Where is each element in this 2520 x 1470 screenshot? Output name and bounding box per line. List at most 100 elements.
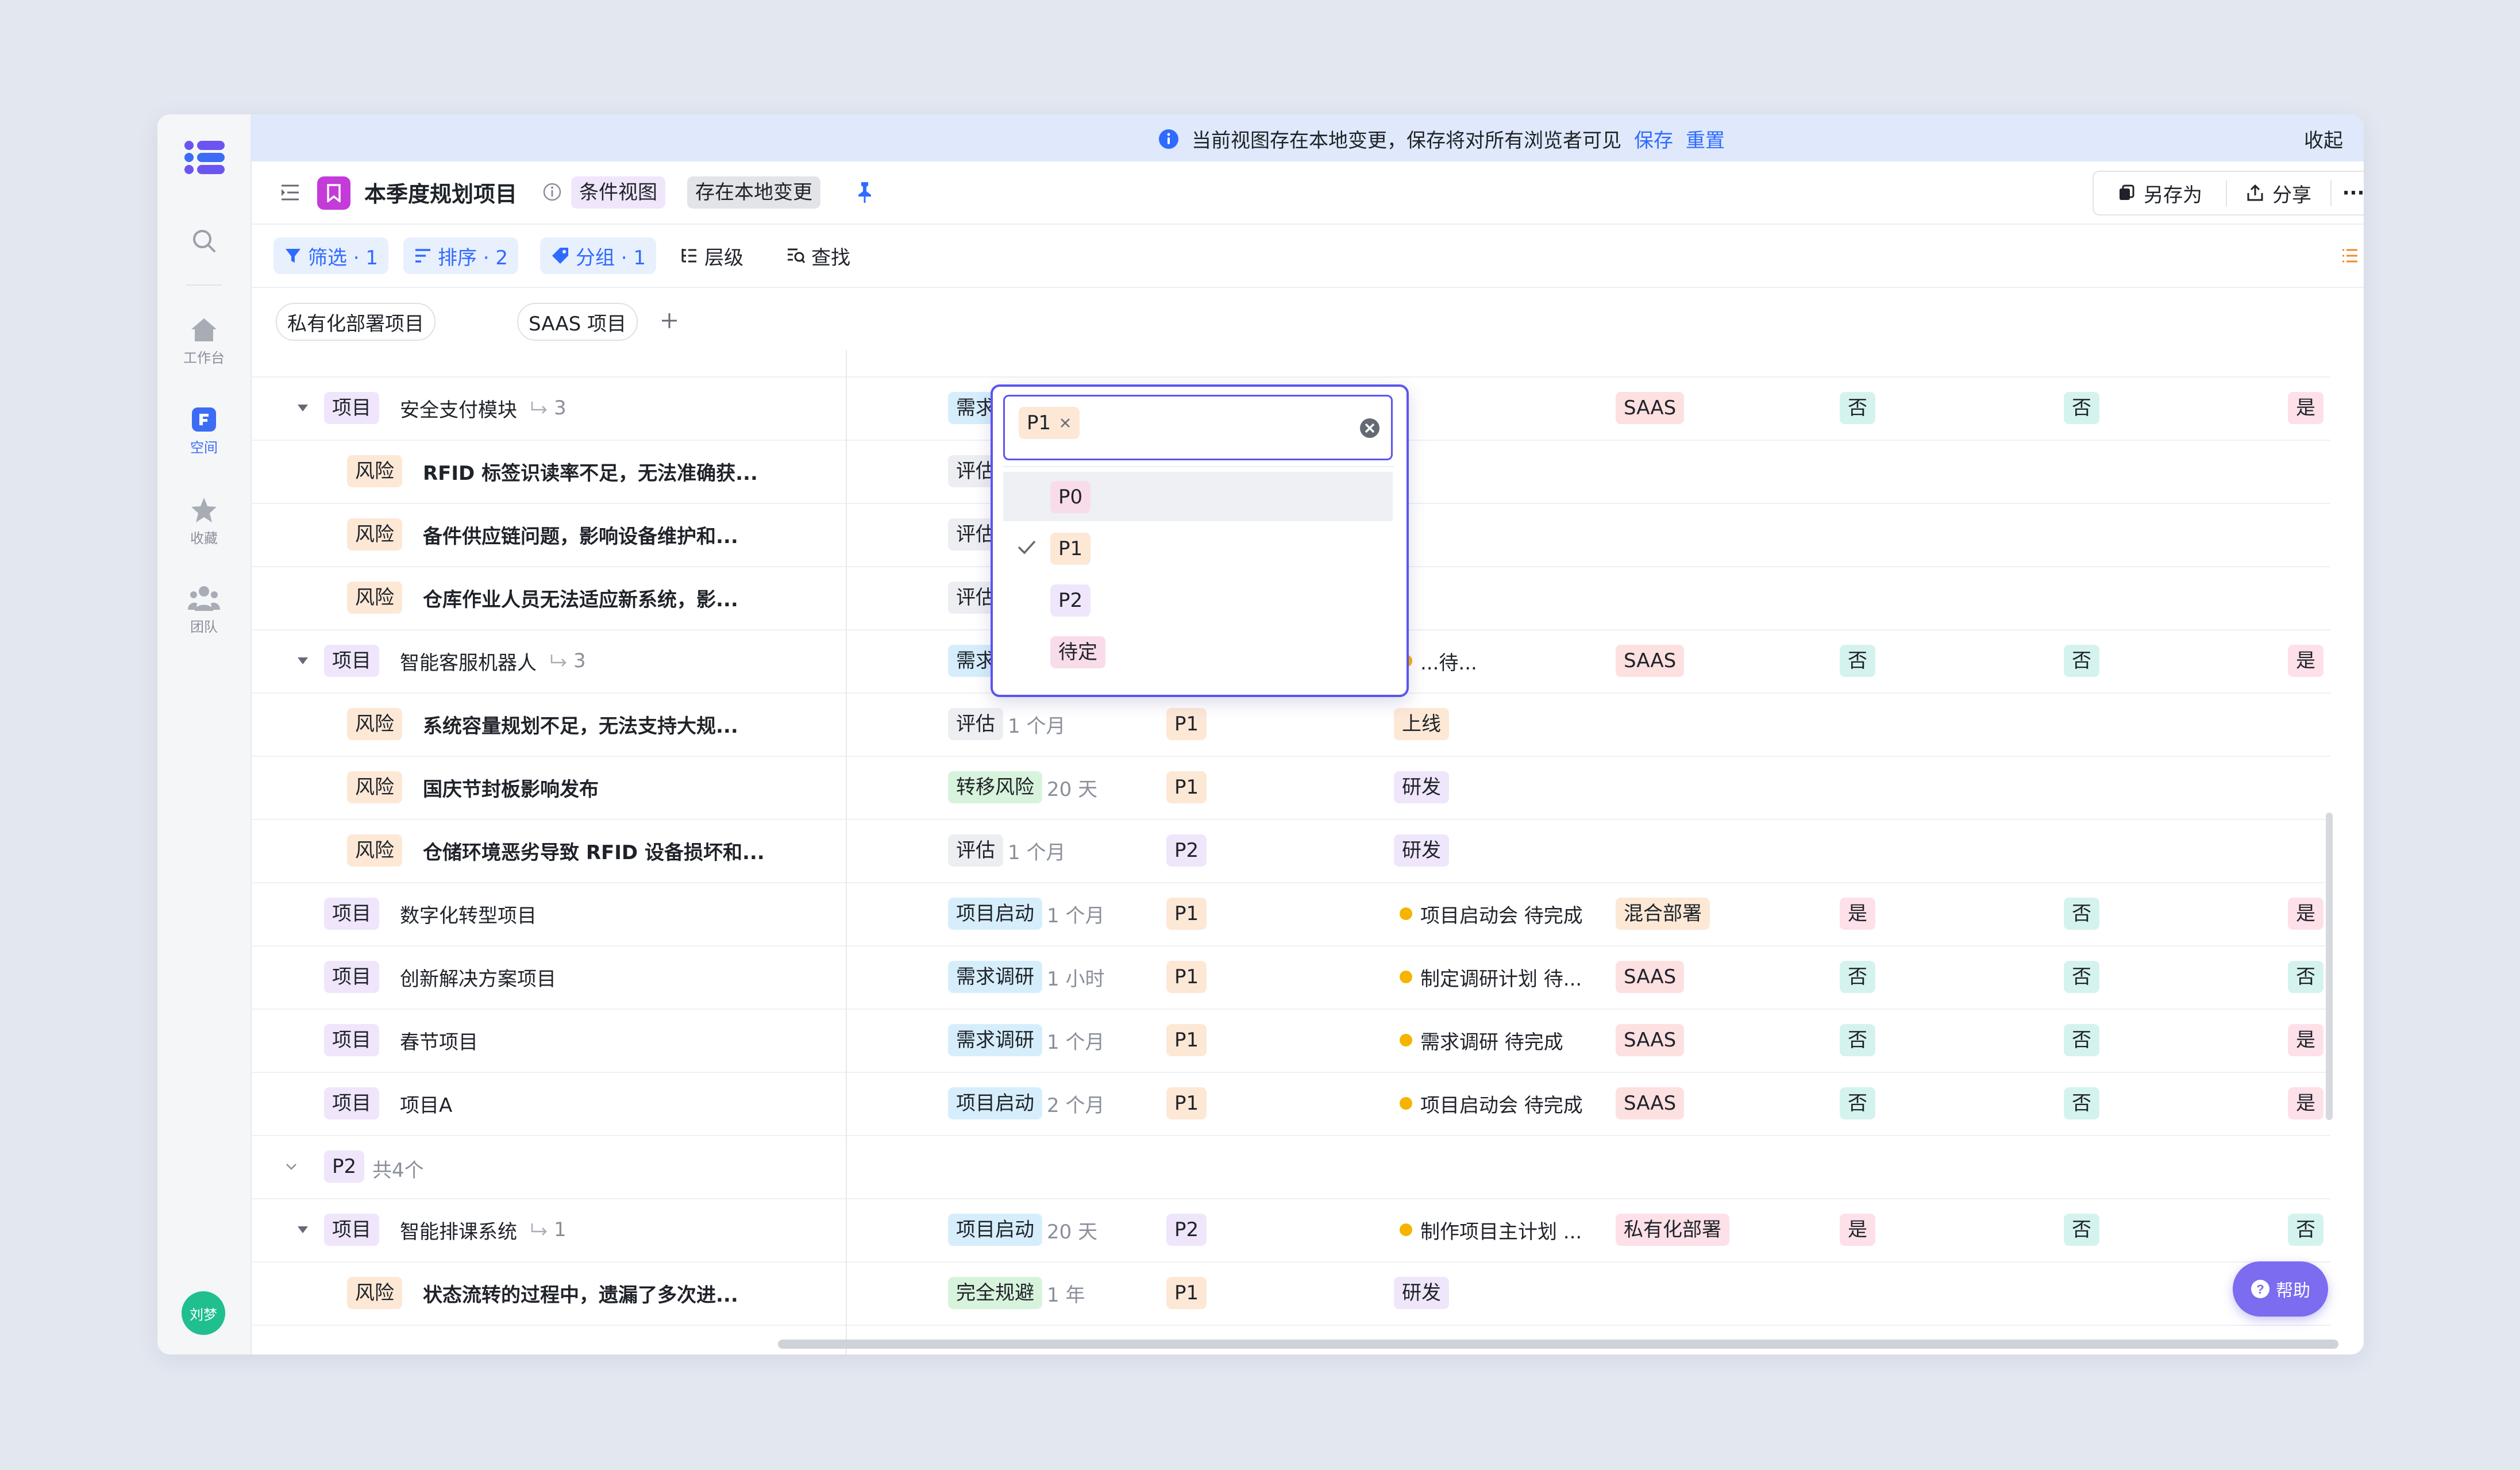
p1-group-header[interactable]: P1共8个	[251, 350, 2330, 378]
name-cell[interactable]: 春节项目	[400, 1009, 478, 1072]
name-cell[interactable]: 数字化转型项目	[400, 882, 537, 945]
horizontal-scrollbar[interactable]	[778, 1340, 2338, 1349]
deploy-cell[interactable]: SAAS	[1616, 629, 1685, 692]
view-mode-dropdown[interactable]: 列表	[2330, 237, 2364, 274]
sidebar-item-space[interactable]: 空间	[157, 406, 251, 456]
yes-no-cell[interactable]: 否	[2064, 376, 2099, 440]
yes-no-cell[interactable]: 否	[1840, 376, 1875, 440]
yes-no-cell[interactable]: 否	[2064, 1198, 2099, 1261]
phase-cell[interactable]: 研发	[1394, 819, 1449, 882]
item-name[interactable]: 仓库作业人员无法适应新系统，影...	[423, 584, 738, 612]
stage-cell[interactable]: 需求调研 1 个月	[948, 1009, 1104, 1072]
yes-no-cell[interactable]: 否	[2064, 629, 2099, 692]
yes-no-cell[interactable]: 是	[1840, 882, 1875, 945]
subtask-count[interactable]: 3	[530, 397, 567, 420]
priority-cell[interactable]: P1	[1166, 1009, 1207, 1072]
stage-cell[interactable]: 评估1 个月	[948, 692, 1065, 756]
stage-cell[interactable]: 项目启动 20 天	[948, 1198, 1097, 1261]
item-name[interactable]: 国庆节封板影响发布	[423, 774, 599, 802]
risk-row[interactable]: 风险 状态流转的过程中，遗漏了多次进... 完全规避 1 年 P1 研发	[251, 1261, 2330, 1326]
priority-cell[interactable]: P1	[1166, 1261, 1207, 1325]
item-name[interactable]: 安全支付模块	[400, 394, 517, 422]
stage-cell[interactable]: 需求调研1 小时	[948, 945, 1104, 1009]
app-logo-icon[interactable]	[157, 138, 251, 176]
chevron-down-icon[interactable]	[285, 1135, 298, 1198]
option-p1[interactable]: P1	[1003, 524, 1393, 573]
project-row[interactable]: 项目 智能排课系统 1 项目启动 20 天 P2 制作项目主计划 ... 私有化部署 是 否 否	[251, 1198, 2330, 1263]
name-cell[interactable]: 智能排课系统 1	[400, 1198, 567, 1261]
share-button[interactable]: 分享	[2227, 172, 2330, 214]
add-tab-icon[interactable]	[660, 311, 679, 330]
option-p0[interactable]: P0	[1003, 472, 1393, 521]
name-cell[interactable]: 项目A	[400, 1072, 452, 1135]
hierarchy-button[interactable]: 层级	[670, 237, 754, 274]
priority-cell[interactable]: P2	[1166, 819, 1207, 882]
collapse-button[interactable]: 收起	[2304, 125, 2343, 153]
risk-row[interactable]: 风险 系统容量规划不足，无法支持大规... 评估 1 个月 P1 上线	[251, 692, 2330, 757]
project-row[interactable]: 项目 项目A 项目启动 2 个月 P1 项目启动会 待完成 SAAS 否 否 是	[251, 1072, 2330, 1136]
yes-no-cell[interactable]: 否	[1840, 1072, 1875, 1135]
save-as-button[interactable]: 另存为	[2094, 172, 2226, 214]
phase-cell[interactable]: 上线	[1394, 692, 1449, 756]
name-cell[interactable]: 仓储环境恶劣导致 RFID 设备损坏和...	[423, 819, 765, 882]
name-cell[interactable]: 系统容量规划不足，无法支持大规...	[423, 692, 738, 756]
stage-cell[interactable]: 完全规避 1 年	[948, 1261, 1085, 1325]
risk-row[interactable]: 风险 国庆节封板影响发布 转移风险 20 天 P1 研发	[251, 756, 2330, 820]
priority-cell[interactable]: P1	[1166, 945, 1207, 1009]
yes-no-cell[interactable]: 否	[1840, 945, 1875, 1009]
tab-private-deploy[interactable]: 私有化部署项目	[276, 303, 436, 341]
avatar[interactable]: 刘梦	[182, 1291, 225, 1335]
task-cell[interactable]: 需求调研 待完成	[1400, 1009, 1563, 1072]
project-row[interactable]: 项目 创新解决方案项目 需求调研 1 小时 P1 制定调研计划 待... SAAS 否 否 否	[251, 945, 2330, 1010]
sidebar-toggle-icon[interactable]	[279, 182, 301, 203]
yes-no-cell[interactable]: 是	[2288, 376, 2324, 440]
item-name[interactable]: 系统容量规划不足，无法支持大规...	[423, 710, 738, 738]
name-cell[interactable]: 国庆节封板影响发布	[423, 756, 599, 819]
name-cell[interactable]: 备件供应链问题，影响设备维护和...	[423, 503, 738, 566]
item-name[interactable]: 春节项目	[400, 1026, 478, 1055]
subtask-count[interactable]: 1	[530, 1218, 567, 1241]
expand-toggle-icon[interactable]	[296, 629, 309, 692]
item-name[interactable]: 创新解决方案项目	[400, 963, 556, 991]
task-cell[interactable]: 制作项目主计划 ...	[1400, 1198, 1582, 1261]
priority-cell[interactable]: P1	[1166, 882, 1207, 945]
stage-cell[interactable]: 项目启动 1 个月	[948, 882, 1104, 945]
deploy-cell[interactable]: SAAS	[1616, 1009, 1685, 1072]
expand-toggle-icon[interactable]	[296, 1198, 309, 1261]
yes-no-cell[interactable]: 是	[1840, 1198, 1875, 1261]
yes-no-cell[interactable]: 是	[2288, 1072, 2324, 1135]
item-name[interactable]: RFID 标签识读率不足，无法准确获...	[423, 457, 758, 486]
info-outline-icon[interactable]	[542, 182, 562, 202]
deploy-cell[interactable]: SAAS	[1616, 1072, 1685, 1135]
stage-cell[interactable]: 评估1 个月	[948, 819, 1065, 882]
pin-icon[interactable]	[855, 181, 874, 204]
yes-no-cell[interactable]: 是	[2288, 882, 2324, 945]
task-cell[interactable]: 项目启动会 待完成	[1400, 1072, 1583, 1135]
yes-no-cell[interactable]: 否	[2064, 882, 2099, 945]
help-button[interactable]: ? 帮助	[2233, 1261, 2328, 1317]
priority-cell[interactable]: P2	[1166, 1198, 1207, 1261]
item-name[interactable]: 备件供应链问题，影响设备维护和...	[423, 521, 738, 549]
filter-button[interactable]: 筛选 · 1	[273, 237, 389, 274]
item-name[interactable]: 状态流转的过程中，遗漏了多次进...	[423, 1279, 738, 1307]
name-cell[interactable]: 仓库作业人员无法适应新系统，影...	[423, 566, 738, 629]
name-cell[interactable]: RFID 标签识读率不足，无法准确获...	[423, 440, 758, 503]
save-link[interactable]: 保存	[1634, 125, 1673, 153]
more-button[interactable]: ···	[2332, 172, 2364, 214]
yes-no-cell[interactable]: 否	[2064, 1009, 2099, 1072]
deploy-cell[interactable]: 私有化部署	[1616, 1198, 1729, 1261]
sidebar-item-workbench[interactable]: 工作台	[157, 317, 251, 367]
item-name[interactable]: 智能排课系统	[400, 1216, 517, 1244]
yes-no-cell[interactable]: 否	[2288, 945, 2324, 1009]
priority-cell[interactable]: P1	[1166, 756, 1207, 819]
yes-no-cell[interactable]: 否	[1840, 629, 1875, 692]
project-row[interactable]: 项目 数字化转型项目 项目启动 1 个月 P1 项目启动会 待完成 混合部署 是 否 是	[251, 882, 2330, 946]
phase-cell[interactable]: 研发	[1394, 1261, 1449, 1325]
clear-icon[interactable]	[1359, 417, 1381, 439]
yes-no-cell[interactable]: 是	[2288, 629, 2324, 692]
sidebar-item-team[interactable]: 团队	[157, 584, 251, 636]
name-cell[interactable]: 状态流转的过程中，遗漏了多次进...	[423, 1261, 738, 1325]
priority-cell[interactable]: P1	[1166, 692, 1207, 756]
option-p2[interactable]: P2	[1003, 575, 1393, 625]
expand-toggle-icon[interactable]	[296, 376, 309, 440]
